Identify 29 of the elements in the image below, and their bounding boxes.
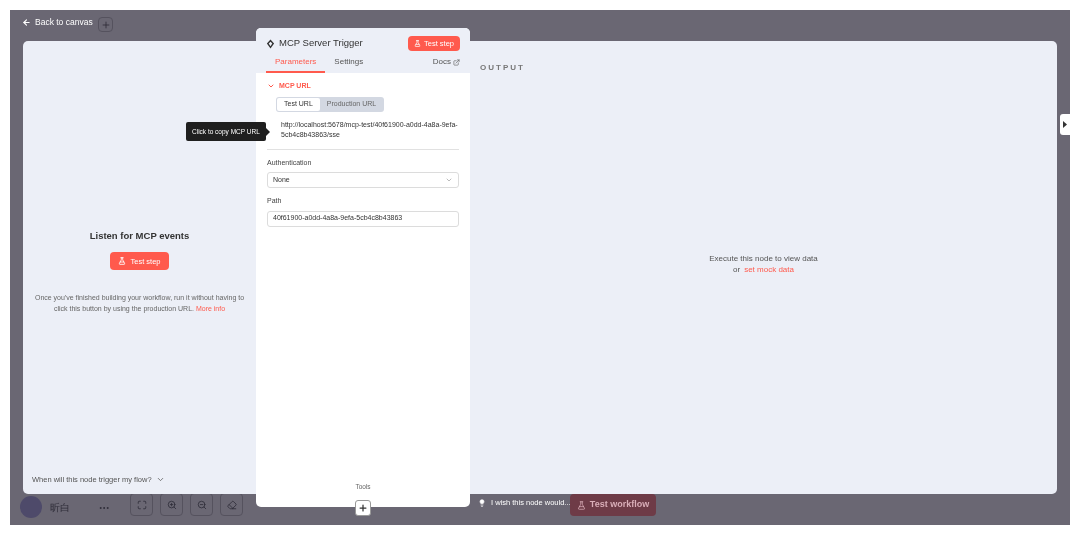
flask-icon — [414, 40, 421, 47]
eraser-icon — [226, 499, 237, 510]
output-collapse-button[interactable] — [1060, 114, 1070, 135]
plus-icon — [100, 19, 111, 30]
set-mock-data-link[interactable]: set mock data — [744, 263, 794, 275]
add-node-button[interactable] — [98, 17, 113, 32]
node-title: MCP Server Trigger — [279, 36, 363, 51]
settings-tab[interactable]: Settings — [325, 56, 373, 73]
input-panel-title: Listen for MCP events — [89, 228, 190, 243]
flask-icon — [118, 257, 127, 266]
lightbulb-icon — [478, 498, 486, 507]
plus-icon — [358, 503, 368, 513]
test-workflow-button[interactable]: Test workflow — [570, 494, 656, 516]
zoom-in-icon — [166, 499, 177, 510]
docs-link[interactable]: Docs — [432, 56, 460, 73]
arrow-left-icon — [22, 17, 31, 27]
output-panel-title: OUTPUT — [480, 63, 525, 72]
back-to-canvas-link[interactable]: Back to canvas — [22, 16, 93, 29]
output-empty-text: Execute this node to view data — [709, 252, 818, 264]
fullscreen-icon — [136, 499, 147, 510]
triangle-icon — [1062, 121, 1068, 128]
settings-tab[interactable]: Parameters — [266, 56, 326, 73]
output-or-text: or — [733, 263, 741, 275]
chevron-down-icon — [445, 176, 453, 184]
flask-icon — [576, 500, 586, 510]
external-link-icon — [453, 58, 460, 66]
add-tool-button[interactable] — [355, 500, 371, 516]
zoom-out-icon — [196, 499, 207, 510]
node-logo-icon — [266, 38, 275, 49]
